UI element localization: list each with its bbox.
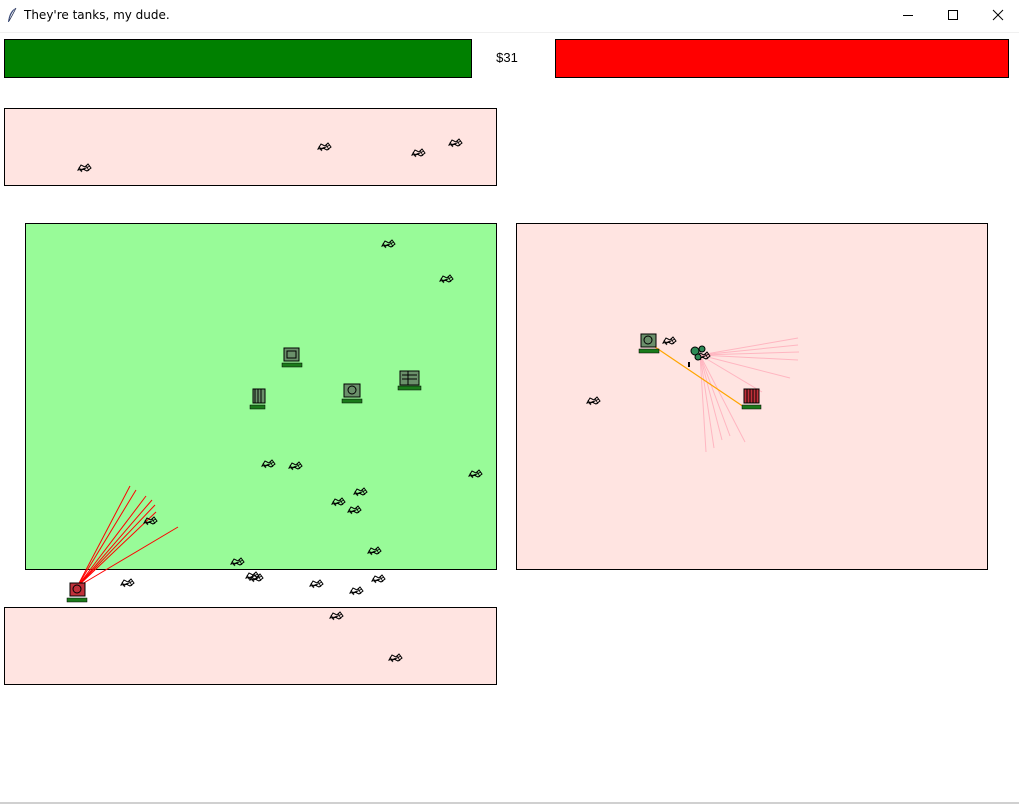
enemy-tank-unit[interactable]: [66, 582, 88, 603]
player-tank-unit[interactable]: [281, 347, 303, 368]
player-tank-unit[interactable]: [638, 333, 660, 354]
player-laser-burst: [76, 485, 179, 588]
enemy-tank-unit[interactable]: [741, 388, 762, 410]
battlefield[interactable]: [0, 0, 1019, 804]
player-tank-unit[interactable]: [341, 383, 363, 404]
player-tank-unit[interactable]: [397, 370, 422, 391]
player-tank-unit[interactable]: [249, 388, 266, 410]
wreck-debris: [77, 138, 711, 663]
